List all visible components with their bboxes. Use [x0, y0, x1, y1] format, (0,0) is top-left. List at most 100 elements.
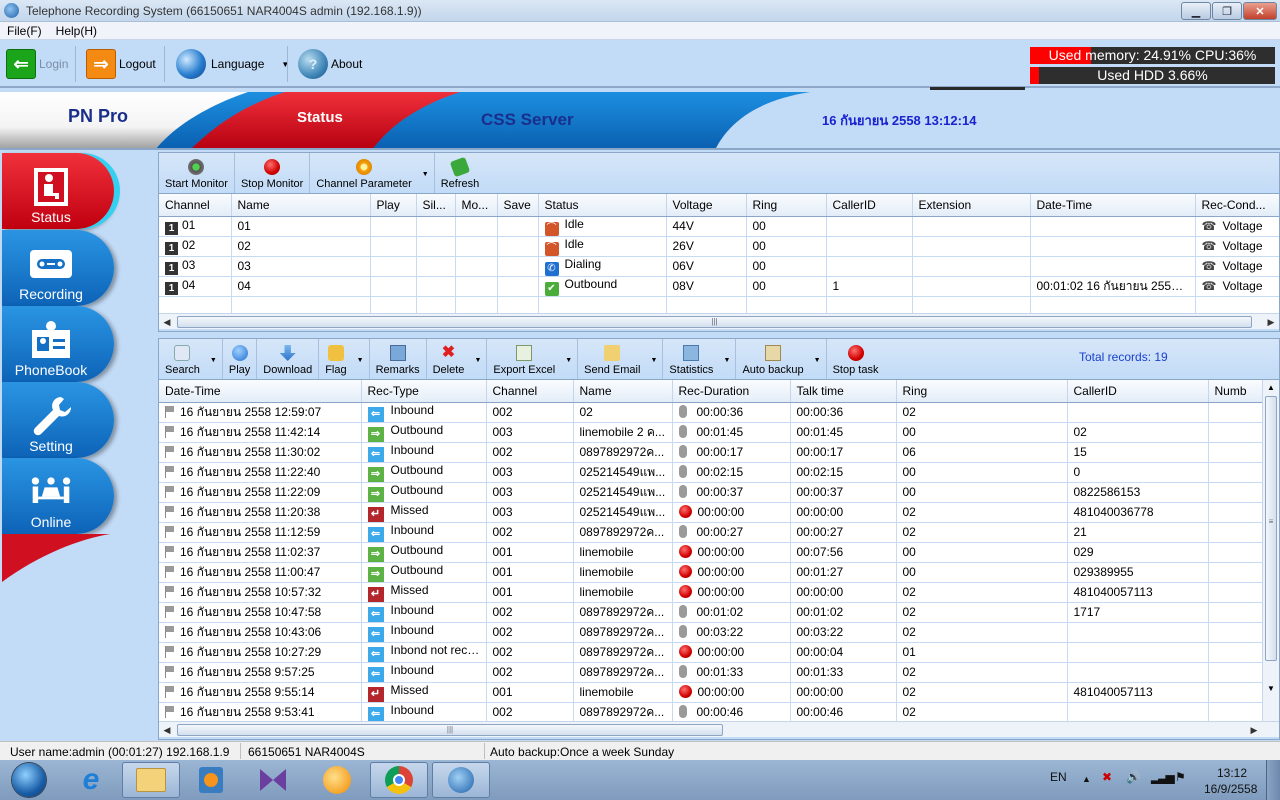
channel-row[interactable]: 1 04 04 ✔ Outbound 08V 00 1 00:01:02 16 กันยายน …	[159, 276, 1279, 297]
microphone-icon[interactable]	[678, 705, 687, 718]
login-button[interactable]: ⇐ Login	[2, 46, 72, 82]
flag-icon[interactable]	[165, 605, 175, 618]
record-row[interactable]: 16 กันยายน 2558 11:22:09 ⇒ Outbound 003 0252…	[159, 482, 1263, 503]
scroll-up-arrow[interactable]: ▲	[1263, 380, 1279, 396]
flag-icon[interactable]	[165, 425, 175, 438]
play-cell[interactable]	[370, 256, 417, 277]
scroll-thumb[interactable]: ≡	[1265, 396, 1277, 661]
record-row[interactable]: 16 กันยายน 2558 12:59:07 ⇐ Inbound 002 02 00:…	[159, 402, 1263, 423]
column-header[interactable]: CallerID	[826, 194, 913, 217]
column-header[interactable]: Channel	[159, 194, 232, 217]
flag-icon[interactable]	[165, 485, 175, 498]
sidebar-item-recording[interactable]: Recording	[2, 230, 114, 306]
chevron-down-icon[interactable]: ▼	[565, 357, 572, 364]
play-cell[interactable]	[370, 236, 417, 257]
clock-time[interactable]: 13:12	[1217, 766, 1247, 780]
taskbar-gom-player[interactable]	[308, 762, 366, 798]
record-row[interactable]: 16 กันยายน 2558 10:43:06 ⇐ Inbound 002 08978…	[159, 622, 1263, 643]
taskbar-media-player[interactable]	[182, 762, 240, 798]
save-cell[interactable]	[497, 276, 539, 297]
flag-icon[interactable]	[165, 565, 175, 578]
show-hidden-icons-arrow[interactable]: ▲	[1082, 774, 1091, 784]
save-cell[interactable]	[497, 236, 539, 257]
microphone-icon[interactable]	[678, 665, 687, 678]
sidebar-item-status[interactable]: Status	[2, 153, 114, 229]
search-button[interactable]: Search ▼	[159, 339, 223, 379]
stop-monitor-button[interactable]: Stop Monitor	[235, 153, 311, 193]
record-row[interactable]: 16 กันยายน 2558 11:42:14 ⇒ Outbound 003 line…	[159, 422, 1263, 443]
microphone-icon[interactable]	[678, 465, 687, 478]
column-header[interactable]: Numb	[1208, 380, 1263, 403]
action-center-flag-icon[interactable]: ⚑	[1175, 770, 1186, 784]
about-button[interactable]: ? About	[294, 46, 366, 82]
chevron-down-icon[interactable]: ▼	[650, 357, 657, 364]
remarks-button[interactable]: Remarks	[370, 339, 427, 379]
record-row[interactable]: 16 กันยายน 2558 11:22:40 ⇒ Outbound 003 0252…	[159, 462, 1263, 483]
microphone-icon[interactable]	[678, 405, 687, 418]
column-header[interactable]: Rec-Cond...	[1195, 194, 1279, 217]
language-button[interactable]: Language ▼	[172, 46, 293, 82]
close-button[interactable]: ✕	[1243, 2, 1277, 20]
column-header[interactable]: Status	[538, 194, 667, 217]
flag-icon[interactable]	[165, 645, 175, 658]
menu-help[interactable]: Help(H)	[56, 24, 97, 38]
export-excel-button[interactable]: Export Excel ▼	[487, 339, 579, 379]
scroll-thumb[interactable]: |||	[177, 316, 1252, 328]
record-row[interactable]: 16 กันยายน 2558 11:00:47 ⇒ Outbound 001 line…	[159, 562, 1263, 583]
chevron-down-icon[interactable]: ▼	[474, 357, 481, 364]
record-row[interactable]: 16 กันยายน 2558 11:20:38 ↵ Missed 003 025214…	[159, 502, 1263, 523]
microphone-icon[interactable]	[678, 605, 687, 618]
channel-row[interactable]: 1 01 01 ⌒ Idle 44V 00 ☎ Voltage	[159, 216, 1279, 237]
chevron-down-icon[interactable]: ▼	[422, 171, 429, 178]
column-header[interactable]: Ring	[746, 194, 827, 217]
record-row[interactable]: 16 กันยายน 2558 10:27:29 ⇐ Inbond not reco…	[159, 642, 1263, 663]
channel-horizontal-scrollbar[interactable]: ◀ ||| ▶	[159, 313, 1279, 329]
sidebar-item-phonebook[interactable]: PhoneBook	[2, 306, 114, 382]
column-header[interactable]: Mo...	[455, 194, 498, 217]
channel-parameter-button[interactable]: Channel Parameter ▼	[310, 153, 435, 193]
sidebar-item-setting[interactable]: Setting	[2, 382, 114, 458]
start-button[interactable]	[0, 762, 58, 798]
taskbar-chrome[interactable]	[370, 762, 428, 798]
monitor-cell[interactable]	[455, 216, 498, 237]
scroll-right-arrow[interactable]: ▶	[1263, 314, 1279, 330]
flag-icon[interactable]	[165, 445, 175, 458]
flag-icon[interactable]	[165, 525, 175, 538]
save-cell[interactable]	[497, 256, 539, 277]
column-header[interactable]: Play	[370, 194, 417, 217]
flag-icon[interactable]	[165, 545, 175, 558]
logout-button[interactable]: ⇒ Logout	[82, 46, 160, 82]
channel-row[interactable]: 1 03 03 ✆ Dialing 06V 00 ☎ Voltage	[159, 256, 1279, 277]
record-row[interactable]: 16 กันยายน 2558 10:47:58 ⇐ Inbound 002 08978…	[159, 602, 1263, 623]
column-header[interactable]: CallerID	[1067, 380, 1209, 403]
flag-icon[interactable]	[165, 405, 175, 418]
scroll-down-arrow[interactable]: ▼	[1263, 681, 1279, 697]
column-header[interactable]: Voltage	[666, 194, 747, 217]
flag-icon[interactable]	[165, 505, 175, 518]
records-vertical-scrollbar[interactable]: ▲ ≡ ▼	[1262, 380, 1279, 721]
column-header[interactable]: Date-Time	[159, 380, 362, 403]
power-plug-icon[interactable]: ✖	[1102, 770, 1112, 784]
column-header[interactable]: Name	[573, 380, 673, 403]
chevron-down-icon[interactable]: ▼	[357, 357, 364, 364]
microphone-icon[interactable]	[678, 625, 687, 638]
play-button[interactable]: Play	[223, 339, 258, 379]
microphone-icon[interactable]	[678, 445, 687, 458]
taskbar-explorer[interactable]	[122, 762, 180, 798]
column-header[interactable]: Extension	[912, 194, 1031, 217]
chevron-down-icon[interactable]: ▼	[724, 357, 731, 364]
menu-file[interactable]: File(F)	[7, 24, 42, 38]
refresh-button[interactable]: Refresh	[435, 153, 486, 193]
scroll-thumb[interactable]: |||	[177, 724, 723, 736]
monitor-cell[interactable]	[455, 256, 498, 277]
column-header[interactable]: Save	[497, 194, 539, 217]
scroll-left-arrow[interactable]: ◀	[159, 722, 175, 738]
monitor-cell[interactable]	[455, 276, 498, 297]
flag-button[interactable]: Flag ▼	[319, 339, 370, 379]
sidebar-item-online[interactable]: Online	[2, 458, 114, 534]
clock-date[interactable]: 16/9/2558	[1204, 782, 1257, 796]
flag-icon[interactable]	[165, 585, 175, 598]
column-header[interactable]: Channel	[486, 380, 574, 403]
scroll-left-arrow[interactable]: ◀	[159, 314, 175, 330]
record-row[interactable]: 16 กันยายน 2558 10:57:32 ↵ Missed 001 linemo…	[159, 582, 1263, 603]
